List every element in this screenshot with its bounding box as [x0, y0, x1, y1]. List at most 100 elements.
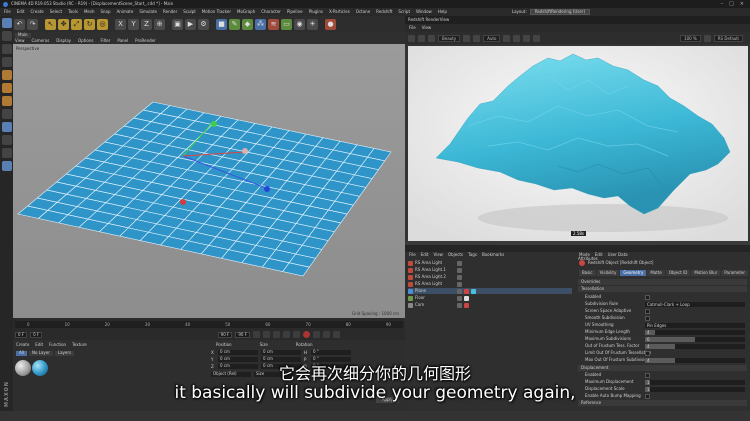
- render-view-menu-file[interactable]: File: [409, 26, 416, 30]
- tab-matte[interactable]: Matte: [647, 270, 665, 276]
- record-icon[interactable]: [303, 331, 310, 338]
- start-frame-field[interactable]: 0 F: [15, 331, 28, 338]
- viewport-menu-view[interactable]: View: [15, 39, 25, 43]
- fit-icon[interactable]: [703, 34, 711, 42]
- tab-motion-blur[interactable]: Motion Blur: [691, 270, 721, 276]
- obj-menu-edit[interactable]: Edit: [421, 253, 429, 257]
- menu-plugins[interactable]: Plugins: [309, 10, 323, 14]
- redshift-icon[interactable]: ●: [325, 18, 336, 30]
- layout-dropdown[interactable]: RedshiftRendering (User): [529, 9, 590, 15]
- overrides-section[interactable]: Overrides: [578, 279, 747, 285]
- min-edge-length-slider[interactable]: 4: [645, 329, 745, 335]
- attr-menu-mode[interactable]: Mode: [579, 253, 590, 257]
- material-menu-create[interactable]: Create: [16, 343, 29, 347]
- rotation-h-field[interactable]: 0 °: [311, 350, 351, 355]
- preview-end-field[interactable]: 90 F: [235, 331, 250, 338]
- tab-visibility[interactable]: Visibility: [596, 270, 620, 276]
- perspective-viewport[interactable]: Perspective Grid Spacing : 1000 cm: [13, 44, 405, 318]
- x-axis-icon[interactable]: X: [115, 18, 126, 30]
- crop-icon[interactable]: [513, 34, 521, 42]
- make-editable-icon[interactable]: [1, 18, 12, 28]
- render-settings-icon[interactable]: ⚙: [198, 18, 209, 30]
- tessellation-section[interactable]: Tessellation: [578, 286, 747, 292]
- minimize-button[interactable]: –: [721, 1, 724, 7]
- pen-icon[interactable]: ✎: [229, 18, 240, 30]
- size-x-field[interactable]: 0 cm: [261, 350, 301, 355]
- aov-dropdown[interactable]: Beauty: [438, 34, 461, 42]
- tab-parameter[interactable]: Parameter: [721, 270, 749, 276]
- attr-menu-user-data[interactable]: User Data: [608, 253, 628, 257]
- current-frame-field[interactable]: 0 F: [30, 331, 43, 338]
- object-row-rs-area-light-3[interactable]: RS Area Light: [408, 281, 572, 287]
- material-menu-texture[interactable]: Texture: [72, 343, 87, 347]
- light-icon[interactable]: ☀: [307, 18, 318, 30]
- workplane-lock-icon[interactable]: [1, 148, 12, 158]
- menu-script[interactable]: Script: [398, 10, 410, 14]
- screen-space-adaptive-checkbox[interactable]: [645, 308, 650, 314]
- viewport-menu-cameras[interactable]: Cameras: [32, 39, 50, 43]
- sculpt-icon[interactable]: [1, 161, 12, 171]
- visibility-dots-icon[interactable]: [457, 274, 462, 280]
- out-of-frustum-slider[interactable]: 4: [645, 343, 745, 349]
- tess-enabled-checkbox[interactable]: [645, 294, 650, 300]
- menu-simulate[interactable]: Simulate: [139, 10, 157, 14]
- maximize-button[interactable]: □: [729, 1, 734, 7]
- go-to-start-icon[interactable]: [253, 331, 260, 338]
- move-icon[interactable]: ✥: [58, 18, 69, 30]
- material-tag-icon[interactable]: [464, 295, 469, 301]
- menu-redshift[interactable]: Redshift: [376, 10, 392, 14]
- pause-icon[interactable]: [463, 34, 471, 42]
- timeline-ruler[interactable]: 0 10 20 30 40 50 60 70 80 90: [15, 321, 403, 328]
- bucket-icon[interactable]: [473, 34, 481, 42]
- polygons-mode-icon[interactable]: [1, 96, 12, 106]
- redshift-camera-tag-icon[interactable]: [464, 302, 469, 308]
- model-mode-icon[interactable]: [1, 31, 12, 41]
- tab-object-id[interactable]: Object ID: [665, 270, 691, 276]
- visibility-dots-icon[interactable]: [457, 281, 462, 287]
- rotate-icon[interactable]: ↻: [84, 18, 95, 30]
- visibility-dots-icon[interactable]: [457, 260, 462, 266]
- stop-render-icon[interactable]: [418, 34, 425, 42]
- menu-file[interactable]: File: [4, 10, 11, 14]
- menu-mesh[interactable]: Mesh: [84, 10, 95, 14]
- render-mode-dropdown[interactable]: Auto: [483, 34, 501, 42]
- visibility-dots-icon[interactable]: [457, 288, 462, 294]
- viewport-menu-panel[interactable]: Panel: [117, 39, 128, 43]
- play-icon[interactable]: [273, 331, 280, 338]
- texture-mode-icon[interactable]: [1, 44, 12, 54]
- go-to-end-icon[interactable]: [293, 331, 300, 338]
- menu-motion-tracker[interactable]: Motion Tracker: [202, 10, 231, 14]
- motion-clip-icon[interactable]: [333, 331, 340, 338]
- render-picture-viewer-icon[interactable]: ▶: [185, 18, 196, 30]
- close-button[interactable]: ×: [740, 1, 744, 7]
- menu-window[interactable]: Window: [416, 10, 432, 14]
- uv-smoothing-dropdown[interactable]: Pin Edges: [645, 322, 745, 328]
- menu-character[interactable]: Character: [261, 10, 281, 14]
- menu-sculpt[interactable]: Sculpt: [183, 10, 196, 14]
- menu-mograph[interactable]: MoGraph: [237, 10, 255, 14]
- camera-icon[interactable]: ◉: [294, 18, 305, 30]
- next-key-icon[interactable]: [283, 331, 290, 338]
- object-row-rs-area-light-1[interactable]: RS Area Light.1: [408, 267, 572, 273]
- object-row-rs-area-light-2[interactable]: RS Area Light.2: [408, 274, 572, 280]
- visibility-dots-icon[interactable]: [457, 295, 462, 301]
- workplane-icon[interactable]: [1, 57, 12, 67]
- attr-menu-edit[interactable]: Edit: [595, 253, 603, 257]
- max-subdivisions-slider[interactable]: 6: [645, 336, 745, 342]
- obj-menu-bookmarks[interactable]: Bookmarks: [482, 253, 504, 257]
- subdivision-rule-dropdown[interactable]: Catmull-Clark + Loop: [645, 301, 745, 307]
- visibility-dots-icon[interactable]: [457, 267, 462, 273]
- redshift-object-tag-icon[interactable]: [464, 288, 469, 294]
- menu-help[interactable]: Help: [438, 10, 447, 14]
- previous-key-icon[interactable]: [263, 331, 270, 338]
- color-picker-icon[interactable]: [523, 34, 531, 42]
- material-menu-edit[interactable]: Edit: [35, 343, 43, 347]
- edges-mode-icon[interactable]: [1, 83, 12, 93]
- tab-geometry[interactable]: Geometry: [620, 270, 647, 276]
- snapshot-icon[interactable]: [428, 34, 435, 42]
- visibility-dots-icon[interactable]: [457, 302, 462, 308]
- lock-icon[interactable]: [503, 34, 511, 42]
- object-row-rs-area-light[interactable]: RS Area Light: [408, 260, 572, 266]
- object-row-floor[interactable]: Floor: [408, 295, 572, 301]
- subdivision-icon[interactable]: ◆: [242, 18, 253, 30]
